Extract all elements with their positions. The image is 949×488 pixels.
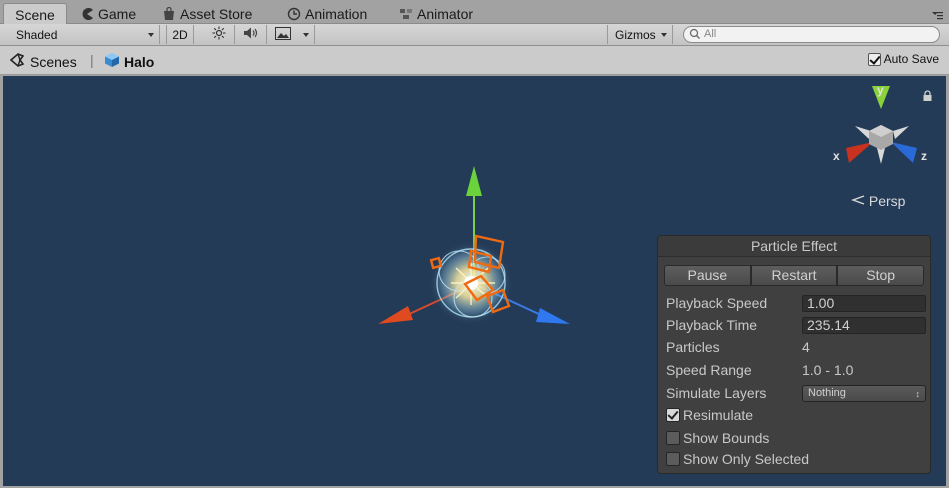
speed-range-row: Speed Range 1.0 - 1.0 bbox=[666, 360, 926, 380]
editor-tab-bar: Scene Game Asset Store Animation Animato… bbox=[0, 0, 949, 25]
particles-row: Particles 4 bbox=[666, 337, 926, 357]
tab-animator[interactable]: Animator bbox=[399, 3, 473, 24]
tab-animation[interactable]: Animation bbox=[287, 3, 367, 24]
show-only-selected-row[interactable]: Show Only Selected bbox=[666, 449, 926, 469]
axis-z-label: z bbox=[921, 149, 927, 163]
scene-search-input[interactable]: All bbox=[683, 26, 940, 43]
audio-toggle-button[interactable] bbox=[235, 25, 267, 44]
tab-game-label: Game bbox=[98, 5, 137, 22]
unity-logo-icon bbox=[9, 52, 26, 71]
shading-mode-label: Shaded bbox=[16, 27, 58, 42]
stop-button[interactable]: Stop bbox=[837, 265, 925, 286]
show-only-selected-checkbox[interactable] bbox=[666, 452, 680, 466]
playback-time-row: Playback Time 235.14 bbox=[666, 315, 926, 335]
gizmos-label: Gizmos bbox=[615, 27, 656, 42]
particles-label: Particles bbox=[666, 339, 720, 355]
clock-icon bbox=[287, 7, 301, 21]
updown-arrows-icon: ↕ bbox=[915, 388, 921, 399]
breadcrumb-halo[interactable]: Halo bbox=[104, 52, 154, 71]
axis-y-label: y bbox=[877, 83, 884, 97]
show-bounds-checkbox[interactable] bbox=[666, 431, 680, 445]
y-axis-handle bbox=[466, 166, 482, 196]
2d-toggle-button[interactable]: 2D bbox=[166, 25, 194, 44]
chevron-down-icon bbox=[148, 33, 154, 37]
resimulate-row[interactable]: Resimulate bbox=[666, 405, 926, 425]
tab-animator-label: Animator bbox=[417, 5, 474, 22]
prefab-breadcrumb-bar: Scenes | Halo Auto Save bbox=[0, 46, 949, 75]
persp-label: Persp bbox=[868, 193, 906, 209]
tab-asset-store[interactable]: Asset Store bbox=[162, 3, 252, 24]
pacman-icon bbox=[80, 7, 94, 21]
shading-mode-dropdown[interactable]: Shaded bbox=[8, 25, 160, 44]
tab-scene-label: Scene bbox=[15, 6, 55, 23]
scene-toolbar: Shaded 2D Gizmos All bbox=[0, 24, 949, 46]
show-bounds-row[interactable]: Show Bounds bbox=[666, 428, 926, 448]
axis-x-label: x bbox=[833, 149, 840, 163]
gizmos-dropdown[interactable]: Gizmos bbox=[607, 25, 673, 44]
projection-toggle[interactable]: Persp bbox=[850, 193, 906, 209]
2d-toggle-label: 2D bbox=[172, 27, 188, 42]
store-icon bbox=[162, 6, 176, 21]
playback-time-field[interactable]: 235.14 bbox=[802, 316, 926, 334]
tab-animation-label: Animation bbox=[305, 5, 368, 22]
orientation-gizmo[interactable]: y x z bbox=[833, 83, 927, 164]
pause-button[interactable]: Pause bbox=[664, 265, 751, 286]
playback-speed-label: Playback Speed bbox=[666, 295, 768, 311]
z-axis-handle bbox=[536, 308, 570, 324]
playback-speed-field[interactable]: 1.00 bbox=[802, 294, 926, 312]
effects-dropdown[interactable] bbox=[267, 25, 315, 44]
speed-range-value: 1.0 - 1.0 bbox=[802, 362, 854, 378]
playback-speed-row: Playback Speed 1.00 bbox=[666, 293, 926, 313]
lock-icon[interactable] bbox=[922, 90, 933, 105]
show-only-selected-label: Show Only Selected bbox=[683, 451, 810, 467]
speed-range-label: Speed Range bbox=[666, 362, 752, 378]
tab-game[interactable]: Game bbox=[80, 3, 136, 24]
restart-button[interactable]: Restart bbox=[750, 265, 838, 286]
chevron-down-icon bbox=[303, 33, 309, 37]
playback-button-group: Pause Restart Stop bbox=[664, 265, 925, 286]
halo-particle-effect bbox=[429, 234, 513, 325]
breadcrumb-halo-label: Halo bbox=[124, 53, 155, 70]
show-bounds-label: Show Bounds bbox=[683, 430, 770, 446]
tab-asset-store-label: Asset Store bbox=[180, 5, 253, 22]
auto-save-checkbox[interactable] bbox=[867, 52, 881, 66]
speaker-icon bbox=[243, 26, 259, 43]
search-placeholder: All bbox=[704, 28, 717, 40]
breadcrumb-separator: | bbox=[90, 52, 94, 68]
prefab-cube-icon bbox=[104, 52, 120, 71]
particles-value: 4 bbox=[802, 339, 810, 355]
sun-icon bbox=[212, 26, 226, 43]
breadcrumb-scenes-label: Scenes bbox=[30, 53, 77, 70]
simulate-layers-dropdown[interactable]: Nothing ↕ bbox=[802, 384, 926, 402]
particle-effect-title: Particle Effect bbox=[658, 236, 930, 257]
persp-chevron-icon bbox=[850, 193, 869, 209]
chevron-down-icon bbox=[661, 33, 667, 37]
x-axis-handle bbox=[378, 306, 413, 324]
auto-save-toggle[interactable]: Auto Save bbox=[867, 52, 939, 66]
auto-save-label: Auto Save bbox=[883, 52, 939, 66]
resimulate-label: Resimulate bbox=[683, 407, 754, 423]
search-icon bbox=[689, 28, 702, 45]
playback-time-label: Playback Time bbox=[666, 317, 758, 333]
particle-effect-panel: Particle Effect Pause Restart Stop Playb… bbox=[657, 235, 931, 474]
simulate-layers-row: Simulate Layers Nothing ↕ bbox=[666, 383, 926, 403]
simulate-layers-value: Nothing bbox=[808, 386, 846, 399]
resimulate-checkbox[interactable] bbox=[666, 408, 680, 422]
tab-menu-icon[interactable] bbox=[931, 8, 943, 20]
image-icon bbox=[275, 26, 291, 43]
breadcrumb-scenes[interactable]: Scenes bbox=[9, 52, 77, 71]
lighting-toggle-button[interactable] bbox=[203, 25, 235, 44]
animator-icon bbox=[399, 7, 413, 21]
simulate-layers-label: Simulate Layers bbox=[666, 385, 767, 401]
tab-scene[interactable]: Scene bbox=[3, 3, 67, 25]
